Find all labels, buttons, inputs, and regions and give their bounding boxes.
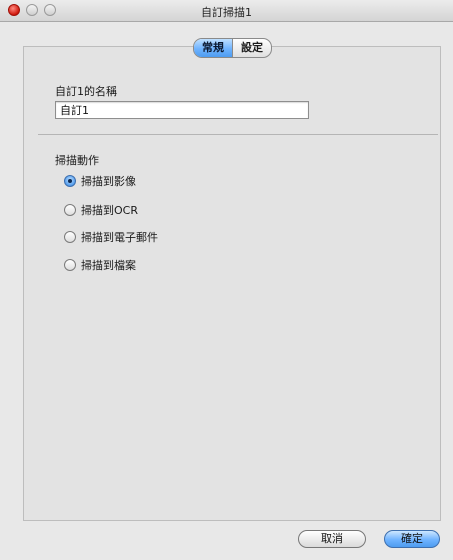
dialog-window: 自訂掃描1 常規 設定 自訂1的名稱 掃描動作 掃描到影像 掃描到OCR 掃描到…: [0, 0, 453, 560]
title-bar: 自訂掃描1: [0, 0, 453, 22]
radio-scan-to-image[interactable]: 掃描到影像: [64, 173, 136, 189]
radio-label: 掃描到電子郵件: [81, 231, 158, 244]
radio-unselected-icon[interactable]: [64, 231, 76, 243]
section-divider: [38, 134, 438, 135]
custom-name-label: 自訂1的名稱: [55, 85, 117, 98]
radio-scan-to-file[interactable]: 掃描到檔案: [64, 257, 136, 273]
tab-settings[interactable]: 設定: [232, 39, 271, 57]
ok-button[interactable]: 確定: [384, 530, 440, 548]
radio-scan-to-ocr[interactable]: 掃描到OCR: [64, 202, 138, 218]
custom-name-field[interactable]: [55, 101, 309, 119]
radio-label: 掃描到檔案: [81, 259, 136, 272]
radio-unselected-icon[interactable]: [64, 259, 76, 271]
window-title: 自訂掃描1: [201, 6, 252, 19]
radio-selected-icon[interactable]: [64, 175, 76, 187]
radio-label: 掃描到影像: [81, 175, 136, 188]
scan-action-label: 掃描動作: [55, 154, 99, 167]
tab-general[interactable]: 常規: [194, 39, 232, 57]
radio-scan-to-email[interactable]: 掃描到電子郵件: [64, 229, 158, 245]
radio-label: 掃描到OCR: [81, 204, 138, 217]
cancel-button[interactable]: 取消: [298, 530, 366, 548]
tab-bar: 常規 設定: [193, 38, 272, 58]
radio-unselected-icon[interactable]: [64, 204, 76, 216]
